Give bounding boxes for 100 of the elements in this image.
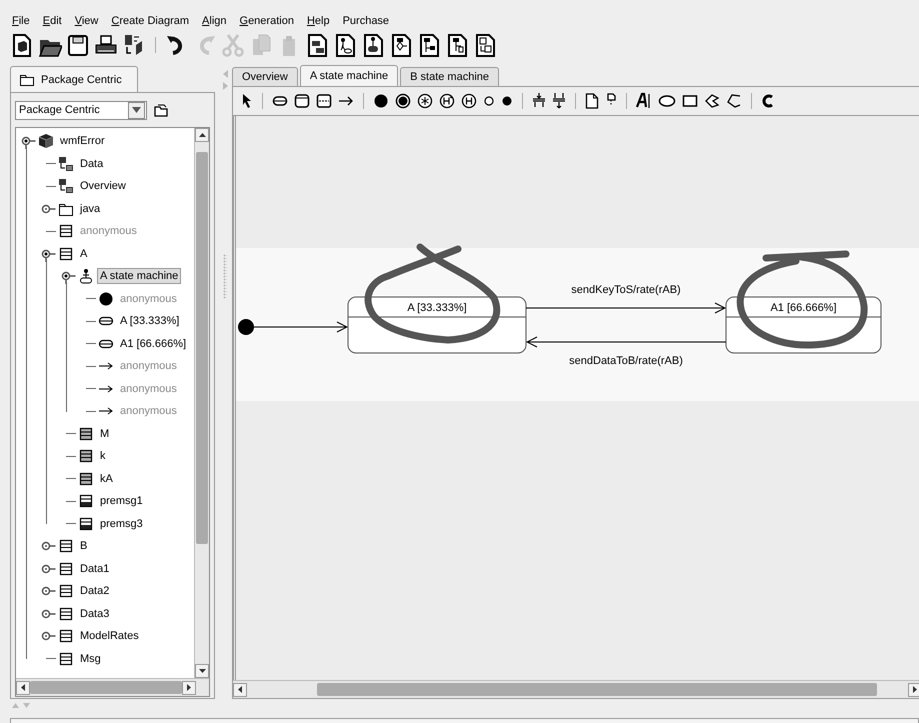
class-icon (58, 538, 74, 554)
attribute-icon (78, 470, 94, 487)
tree-item[interactable]: anonymous (77, 223, 140, 240)
down-arrow-icon (198, 669, 206, 673)
fork-icon[interactable] (532, 92, 546, 110)
transition-arrow[interactable] (254, 322, 348, 332)
state-name: A [33.333%] (407, 302, 467, 314)
class-icon (58, 246, 74, 262)
editor-tab[interactable]: Overview (232, 67, 298, 86)
join-icon[interactable] (552, 92, 566, 110)
scroll-right-button[interactable] (182, 680, 196, 694)
tree-item[interactable]: premsg3 (97, 516, 146, 532)
editor-tab[interactable]: A state machine (300, 65, 398, 86)
scrollbar-thumb[interactable] (196, 152, 208, 544)
scroll-down-button[interactable] (195, 664, 209, 678)
submachine-state-icon[interactable] (316, 92, 332, 110)
menu-item[interactable]: Generation (240, 14, 294, 26)
attribute-icon (78, 448, 94, 464)
tree-item[interactable]: Overview (77, 178, 129, 194)
transition-arrow[interactable] (526, 336, 726, 348)
scroll-left-button[interactable] (16, 680, 30, 694)
tree-item[interactable]: ModelRates (77, 628, 142, 644)
tree-item[interactable]: Msg (77, 650, 104, 667)
class-icon (58, 628, 74, 644)
menu-item[interactable]: Purchase (342, 14, 390, 26)
state-diagram-icon (361, 33, 385, 57)
tree-item[interactable]: A (77, 246, 90, 262)
state-machine-icon (78, 268, 94, 284)
dropdown-caret-icon (132, 107, 141, 113)
tab-label: Package Centric (41, 74, 122, 86)
activity-diagram-button[interactable] (389, 33, 413, 57)
select-arrow-icon[interactable] (241, 92, 253, 110)
shallow-history-icon[interactable] (461, 92, 477, 110)
scroll-right-button[interactable] (908, 682, 919, 696)
folder-action-icon[interactable] (153, 102, 169, 118)
tree-item[interactable]: Data2 (77, 583, 112, 600)
state-diagram-button[interactable] (361, 33, 385, 57)
tree-item[interactable]: premsg1 (97, 493, 146, 510)
deep-history-icon[interactable] (439, 92, 455, 110)
tree-item[interactable]: B (77, 538, 90, 554)
tree-item[interactable]: Data (77, 156, 106, 172)
initial-state[interactable] (238, 319, 254, 335)
diagram-icon (58, 156, 74, 172)
tree-item[interactable]: anonymous (117, 290, 180, 307)
scrollbar-thumb[interactable] (30, 681, 182, 694)
menu-item[interactable]: File (12, 14, 30, 26)
class-icon (58, 650, 74, 667)
collaboration-diagram-button[interactable] (445, 33, 469, 57)
new-file-icon (10, 33, 34, 57)
tree-item[interactable]: kA (97, 470, 116, 487)
tree-item[interactable]: anonymous (117, 403, 180, 420)
tree-item[interactable]: anonymous (117, 358, 180, 374)
tree-item[interactable]: k (97, 448, 108, 464)
use-case-diagram-button[interactable] (333, 33, 357, 57)
view-dropdown[interactable]: Package Centric (15, 100, 147, 120)
scroll-left-button[interactable] (233, 682, 247, 696)
junction-icon[interactable] (417, 92, 433, 110)
menu-item[interactable]: Help (306, 14, 330, 26)
menu-item[interactable]: View (74, 14, 98, 26)
tree-item[interactable]: Data3 (77, 606, 112, 622)
note-icon[interactable] (585, 92, 599, 110)
polyline-icon[interactable] (726, 92, 742, 110)
class-icon (58, 560, 74, 577)
class-diagram-button[interactable] (305, 33, 329, 57)
scrollbar-thumb[interactable] (317, 683, 877, 696)
cut-icon (221, 33, 245, 57)
panel-tab[interactable]: Package Centric (10, 66, 138, 92)
message-icon (78, 516, 94, 532)
message-icon (78, 493, 94, 510)
refresh-icon[interactable] (761, 92, 775, 110)
class-icon (58, 606, 74, 622)
save-button[interactable] (66, 33, 90, 57)
menu-item[interactable]: Align (202, 14, 226, 26)
use-case-diagram-icon (333, 33, 357, 57)
tree-item[interactable]: Data1 (77, 560, 112, 577)
editor-tab[interactable]: B state machine (400, 67, 499, 86)
tree-item[interactable]: A1 [66.666%] (117, 336, 190, 352)
activity-diagram-icon (389, 33, 413, 57)
sequence-diagram-icon (417, 33, 441, 57)
polygon-icon[interactable] (704, 92, 720, 110)
initial-state-icon[interactable] (373, 92, 389, 110)
tree-item[interactable]: A [33.333%] (117, 313, 182, 330)
scroll-up-button[interactable] (195, 128, 209, 142)
tree-item[interactable]: A state machine (97, 268, 182, 284)
right-arrow-icon (187, 684, 191, 691)
cube-icon (38, 133, 54, 150)
transition-arrow[interactable] (526, 302, 726, 314)
text-tool-icon[interactable] (636, 92, 652, 110)
tree-item[interactable]: M (97, 426, 112, 442)
composite-state-icon[interactable] (294, 92, 310, 110)
diagram-canvas[interactable]: A [33.333%] A1 [66.666%] sendKeyToS/rate(rAB) sendDataToB/rate(rAB) (233, 116, 919, 680)
menu-item[interactable]: Create Diagram (111, 14, 190, 26)
tree-item[interactable]: wmfError (57, 133, 108, 150)
menu-item[interactable]: Edit (42, 14, 62, 26)
sequence-diagram-button[interactable] (417, 33, 441, 57)
new-file-button[interactable] (10, 33, 34, 57)
final-state-icon[interactable] (395, 92, 411, 110)
tree-item[interactable]: anonymous (117, 380, 180, 397)
deployment-diagram-button[interactable] (473, 33, 497, 57)
tree-item[interactable]: java (77, 200, 104, 217)
